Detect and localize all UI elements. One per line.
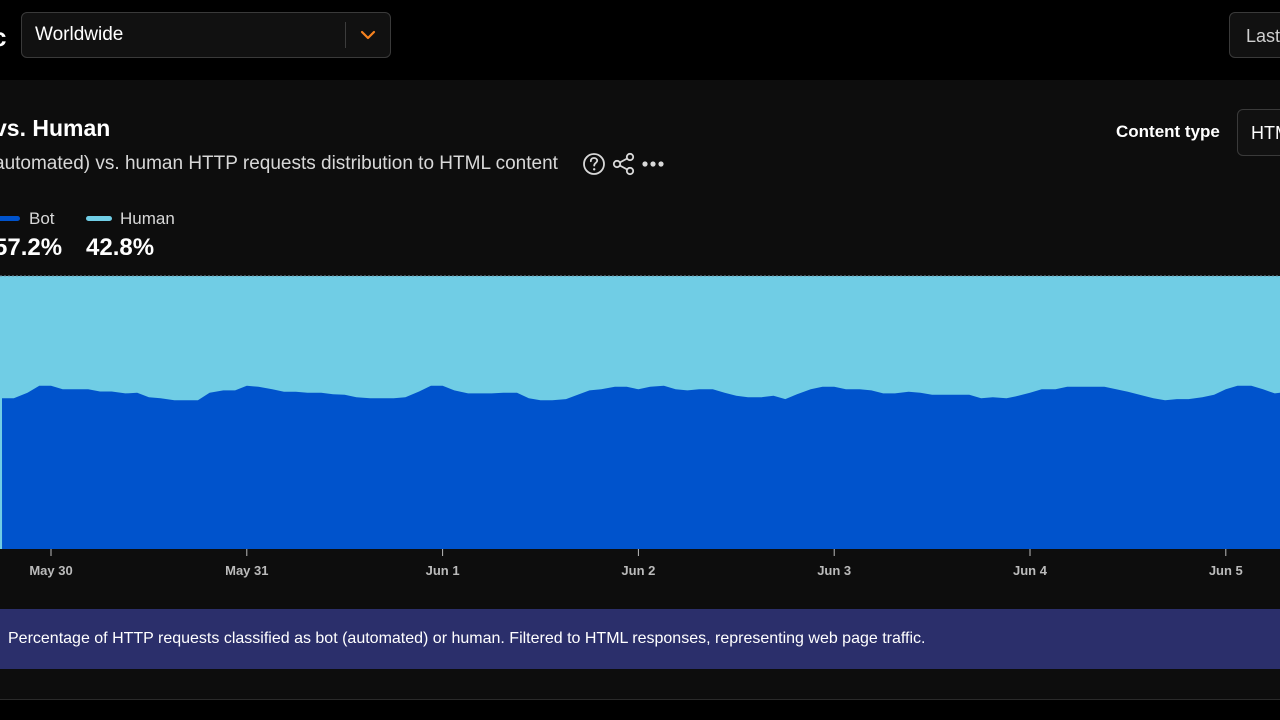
x-tick-label: May 31 — [225, 563, 268, 578]
caption-text: Percentage of HTTP requests classified a… — [8, 630, 926, 647]
legend-value-bot: 57.2% — [0, 234, 63, 261]
more-icon[interactable] — [641, 151, 667, 177]
legend-swatch-bot — [0, 216, 20, 221]
location-value: Worldwide — [35, 24, 124, 45]
brand-fragment: c — [0, 22, 6, 53]
x-tick-label: May 30 — [29, 563, 72, 578]
legend-swatch-human — [86, 216, 112, 221]
x-tick-label: Jun 4 — [1013, 563, 1048, 578]
top-bar: c Worldwide Last — [0, 0, 1280, 80]
chevron-down-icon[interactable] — [346, 13, 390, 57]
help-icon[interactable] — [581, 151, 607, 177]
legend-name-human: Human — [120, 209, 175, 228]
x-tick-label: Jun 1 — [426, 563, 460, 578]
content-type-value: HTM — [1251, 123, 1280, 143]
x-tick-label: Jun 5 — [1209, 563, 1243, 578]
location-select[interactable]: Worldwide — [21, 12, 391, 58]
series-bot-area[interactable] — [2, 385, 1280, 549]
share-icon[interactable] — [611, 151, 637, 177]
caption-bar: Percentage of HTTP requests classified a… — [0, 609, 1280, 669]
content-type-label: Content type — [1116, 122, 1220, 141]
chart-subtitle: automated) vs. human HTTP requests distr… — [0, 153, 558, 174]
footer-divider — [0, 699, 1280, 700]
legend-value-human: 42.8% — [86, 234, 155, 261]
chart-title: vs. Human — [0, 115, 111, 141]
date-range-value: Last — [1246, 26, 1280, 46]
date-range-select[interactable]: Last — [1229, 12, 1280, 58]
stacked-area-chart: May 30 May 31 Jun 1 Jun 2 Jun 3 Jun 4 Jun 5 — [0, 275, 1280, 578]
x-tick-label: Jun 3 — [817, 563, 851, 578]
content-type-select[interactable]: HTM — [1237, 109, 1280, 156]
legend-name-bot: Bot — [29, 209, 55, 228]
x-tick-label: Jun 2 — [621, 563, 655, 578]
